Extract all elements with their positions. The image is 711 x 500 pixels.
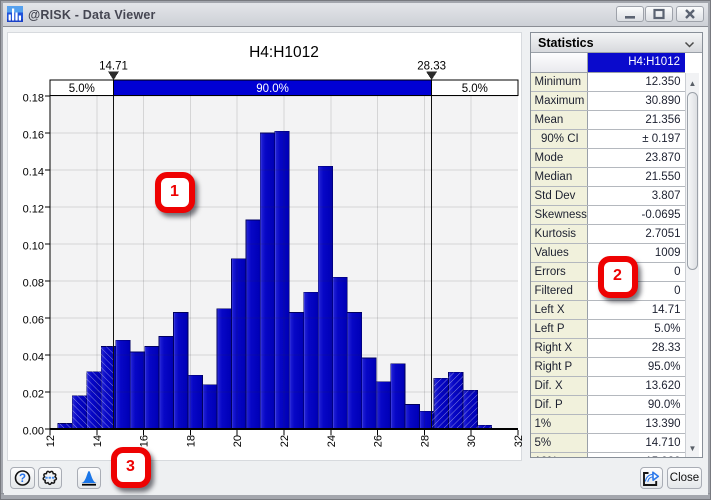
svg-text:30: 30 bbox=[466, 435, 478, 447]
svg-text:16: 16 bbox=[139, 435, 151, 447]
svg-text:0.12: 0.12 bbox=[23, 203, 44, 215]
svg-text:14: 14 bbox=[92, 435, 104, 447]
svg-text:0.10: 0.10 bbox=[23, 240, 44, 252]
svg-text:0.14: 0.14 bbox=[23, 166, 44, 178]
svg-text:20: 20 bbox=[232, 435, 244, 447]
svg-text:0.02: 0.02 bbox=[23, 388, 44, 400]
svg-text:32: 32 bbox=[513, 435, 522, 447]
svg-text:18: 18 bbox=[185, 435, 197, 447]
svg-text:24: 24 bbox=[326, 435, 338, 447]
svg-text:?: ? bbox=[19, 473, 26, 485]
svg-text:14.71: 14.71 bbox=[99, 61, 128, 73]
svg-text:28.33: 28.33 bbox=[417, 61, 446, 73]
svg-text:0.00: 0.00 bbox=[23, 425, 44, 437]
svg-text:12: 12 bbox=[45, 435, 57, 447]
svg-text:H4:H1012: H4:H1012 bbox=[249, 44, 319, 61]
svg-text:5.0%: 5.0% bbox=[69, 83, 95, 95]
svg-text:22: 22 bbox=[279, 435, 291, 447]
svg-text:5.0%: 5.0% bbox=[462, 83, 488, 95]
svg-text:28: 28 bbox=[419, 435, 431, 447]
svg-text:0.08: 0.08 bbox=[23, 277, 44, 289]
svg-text:90.0%: 90.0% bbox=[256, 83, 289, 95]
svg-text:0.16: 0.16 bbox=[23, 129, 44, 141]
svg-text:26: 26 bbox=[373, 435, 385, 447]
svg-text:0.18: 0.18 bbox=[23, 92, 44, 104]
svg-text:0.06: 0.06 bbox=[23, 314, 44, 326]
svg-text:0.04: 0.04 bbox=[23, 351, 44, 363]
